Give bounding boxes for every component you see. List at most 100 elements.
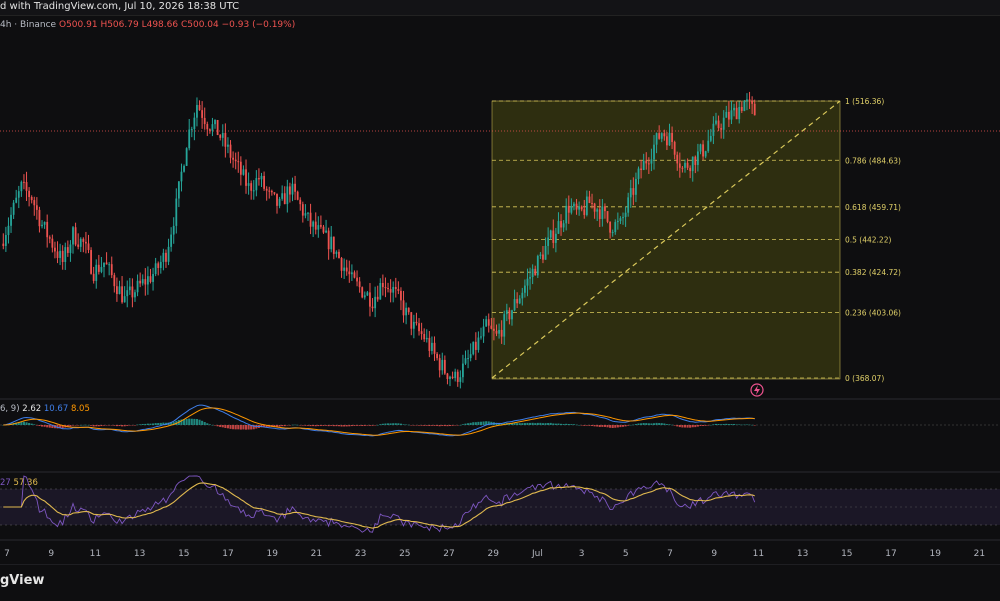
- candle-body: [338, 251, 340, 259]
- candle-body: [420, 331, 423, 334]
- macd-hist-bar: [25, 422, 28, 425]
- candle-body: [41, 224, 43, 227]
- candle-body: [410, 312, 413, 329]
- macd-hist-bar: [541, 423, 545, 425]
- macd-hist-bar: [74, 425, 77, 426]
- macd-hist-bar: [603, 425, 606, 427]
- macd-hist-bar: [95, 425, 98, 427]
- candle-body: [694, 156, 697, 165]
- price-chart[interactable]: 1 (516.36) 0.786 (484.63) 0.618 (459.71) 0.…: [0, 0, 1000, 600]
- candle-body: [622, 217, 624, 219]
- macd-hist-bar: [30, 423, 33, 425]
- macd-hist-bar: [244, 425, 248, 430]
- x-tick-label: 13: [797, 549, 808, 559]
- macd-hist-bar: [221, 425, 224, 428]
- candle-body: [20, 181, 23, 192]
- macd-hist-bar: [154, 423, 157, 425]
- macd-hist-bar: [606, 425, 609, 428]
- candle-body: [640, 168, 642, 171]
- macd-hist-bar: [753, 425, 756, 426]
- candle-body: [118, 286, 121, 295]
- x-tick-label: 27: [443, 549, 454, 559]
- macd-hist-bar: [526, 422, 529, 425]
- candle-body: [108, 264, 111, 266]
- macd-hist-bar: [77, 425, 80, 426]
- macd-hist-bar: [247, 425, 250, 430]
- macd-hist-bar: [655, 422, 658, 425]
- fib-level-label: 0.618 (459.71): [845, 203, 901, 212]
- candle-body: [733, 107, 735, 111]
- candle-body: [678, 163, 681, 168]
- macd-hist-bar: [704, 425, 707, 426]
- candle-body: [131, 286, 134, 298]
- candle-body: [418, 323, 420, 332]
- macd-hist-bar: [288, 425, 291, 426]
- macd-hist-bar: [33, 424, 36, 425]
- macd-hist-bar: [709, 424, 712, 426]
- macd-hist-bar: [629, 424, 632, 426]
- macd-hist-bar: [423, 425, 426, 426]
- macd-hist-bar: [361, 425, 364, 427]
- footer-bar: [0, 564, 1000, 601]
- candle-body: [190, 129, 193, 131]
- macd-hist-bar: [448, 425, 452, 427]
- macd-hist-bar: [686, 425, 689, 428]
- candle-body: [431, 342, 433, 351]
- candle-body: [301, 204, 304, 216]
- macd-hist-bar: [399, 423, 402, 425]
- macd-hist-bar: [195, 419, 198, 425]
- macd-hist-bar: [317, 425, 320, 427]
- candle-body: [374, 296, 377, 309]
- candle-body: [72, 227, 74, 245]
- candle-body: [562, 223, 565, 228]
- candle-body: [361, 287, 364, 298]
- candle-body: [498, 329, 500, 334]
- candle-body: [322, 226, 325, 233]
- candle-body: [270, 190, 273, 193]
- candle-body: [319, 225, 322, 227]
- candle-body: [48, 237, 51, 239]
- candle-body: [239, 161, 242, 175]
- candle-body: [611, 232, 614, 234]
- macd-hist-bar: [727, 424, 730, 425]
- macd-hist-bar: [474, 422, 477, 425]
- macd-hist-bar: [283, 425, 286, 427]
- macd-hist-bar: [547, 423, 550, 425]
- macd-hist-bar: [306, 425, 310, 426]
- candle-body: [727, 111, 730, 120]
- macd-hist-bar: [405, 424, 408, 426]
- macd-hist-bar: [678, 425, 681, 428]
- macd-hist-bar: [149, 423, 152, 425]
- candle-body: [647, 163, 650, 165]
- candle-body: [208, 129, 211, 131]
- macd-hist-bar: [115, 425, 118, 427]
- macd-hist-bar: [353, 425, 356, 426]
- macd-hist-bar: [467, 423, 470, 425]
- candle-body: [717, 120, 720, 129]
- fib-zone: [491, 100, 841, 380]
- candle-body: [400, 290, 402, 301]
- x-tick-label: 17: [885, 549, 896, 559]
- macd-hist-bar: [232, 425, 235, 430]
- candle-body: [480, 336, 482, 338]
- macd-hist-bar: [415, 425, 418, 426]
- x-tick-label: 19: [929, 549, 941, 559]
- macd-hist-bar: [570, 424, 573, 425]
- macd-hist-bar: [327, 425, 330, 427]
- macd-hist-bar: [738, 424, 741, 425]
- macd-hist-bar: [412, 425, 415, 426]
- macd-hist-bar: [516, 423, 519, 425]
- macd-hist-bar: [146, 423, 149, 425]
- macd-hist-bar: [433, 425, 436, 426]
- macd-hist-bar: [363, 425, 366, 426]
- macd-hist-bar: [627, 425, 630, 426]
- macd-hist-bar: [141, 423, 144, 425]
- candle-body: [436, 353, 439, 359]
- macd-hist-bar: [389, 423, 392, 425]
- candle-body: [188, 129, 191, 149]
- bolt-icon[interactable]: [750, 383, 764, 397]
- candle-body: [671, 132, 673, 142]
- macd-hist-bar: [446, 425, 449, 427]
- macd-hist-bar: [299, 425, 302, 426]
- macd-hist-bar: [286, 425, 289, 426]
